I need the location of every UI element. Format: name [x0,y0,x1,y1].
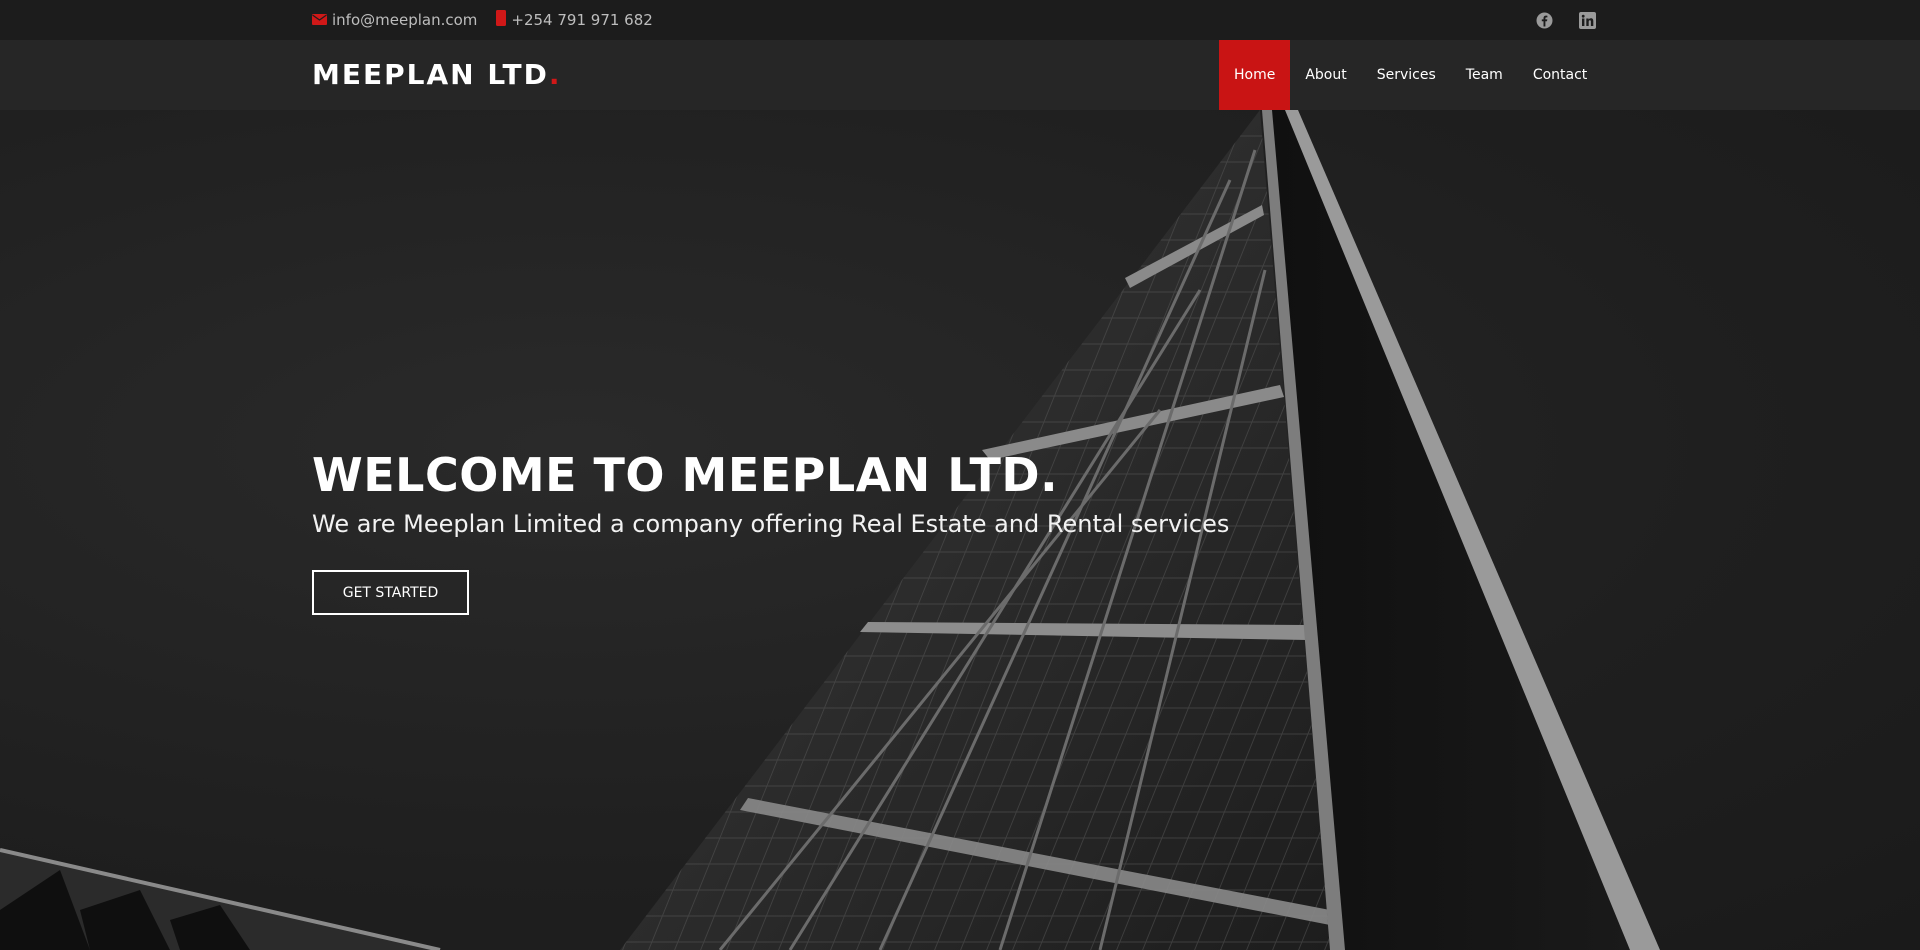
hero-subtitle: We are Meeplan Limited a company offerin… [312,510,1230,538]
linkedin-icon[interactable] [1579,11,1596,29]
logo-text: MEEPLAN LTD [312,58,549,91]
phone-text: +254 791 971 682 [511,11,653,29]
site-logo[interactable]: MEEPLAN LTD. [312,58,562,91]
phone-link[interactable]: +254 791 971 682 [496,10,653,30]
nav-team[interactable]: Team [1451,40,1518,110]
social-links [1536,0,1596,40]
site-header: MEEPLAN LTD. Home About Services Team Co… [0,40,1920,110]
logo-dot: . [548,58,562,91]
nav-contact[interactable]: Contact [1518,40,1602,110]
main-nav: Home About Services Team Contact [1219,40,1602,110]
get-started-button[interactable]: GET STARTED [312,570,469,615]
email-link[interactable]: info@meeplan.com [312,11,477,29]
nav-home[interactable]: Home [1219,40,1291,110]
email-text: info@meeplan.com [332,11,478,29]
facebook-icon[interactable] [1536,12,1553,29]
nav-services[interactable]: Services [1362,40,1451,110]
nav-about[interactable]: About [1290,40,1361,110]
hero-title: WELCOME TO MEEPLAN LTD. [312,448,1059,502]
contact-info: info@meeplan.com +254 791 971 682 [312,0,653,40]
hero-section: WELCOME TO MEEPLAN LTD. We are Meeplan L… [0,110,1920,950]
envelope-icon [312,11,327,29]
top-bar: info@meeplan.com +254 791 971 682 [0,0,1920,40]
phone-icon [496,10,507,30]
